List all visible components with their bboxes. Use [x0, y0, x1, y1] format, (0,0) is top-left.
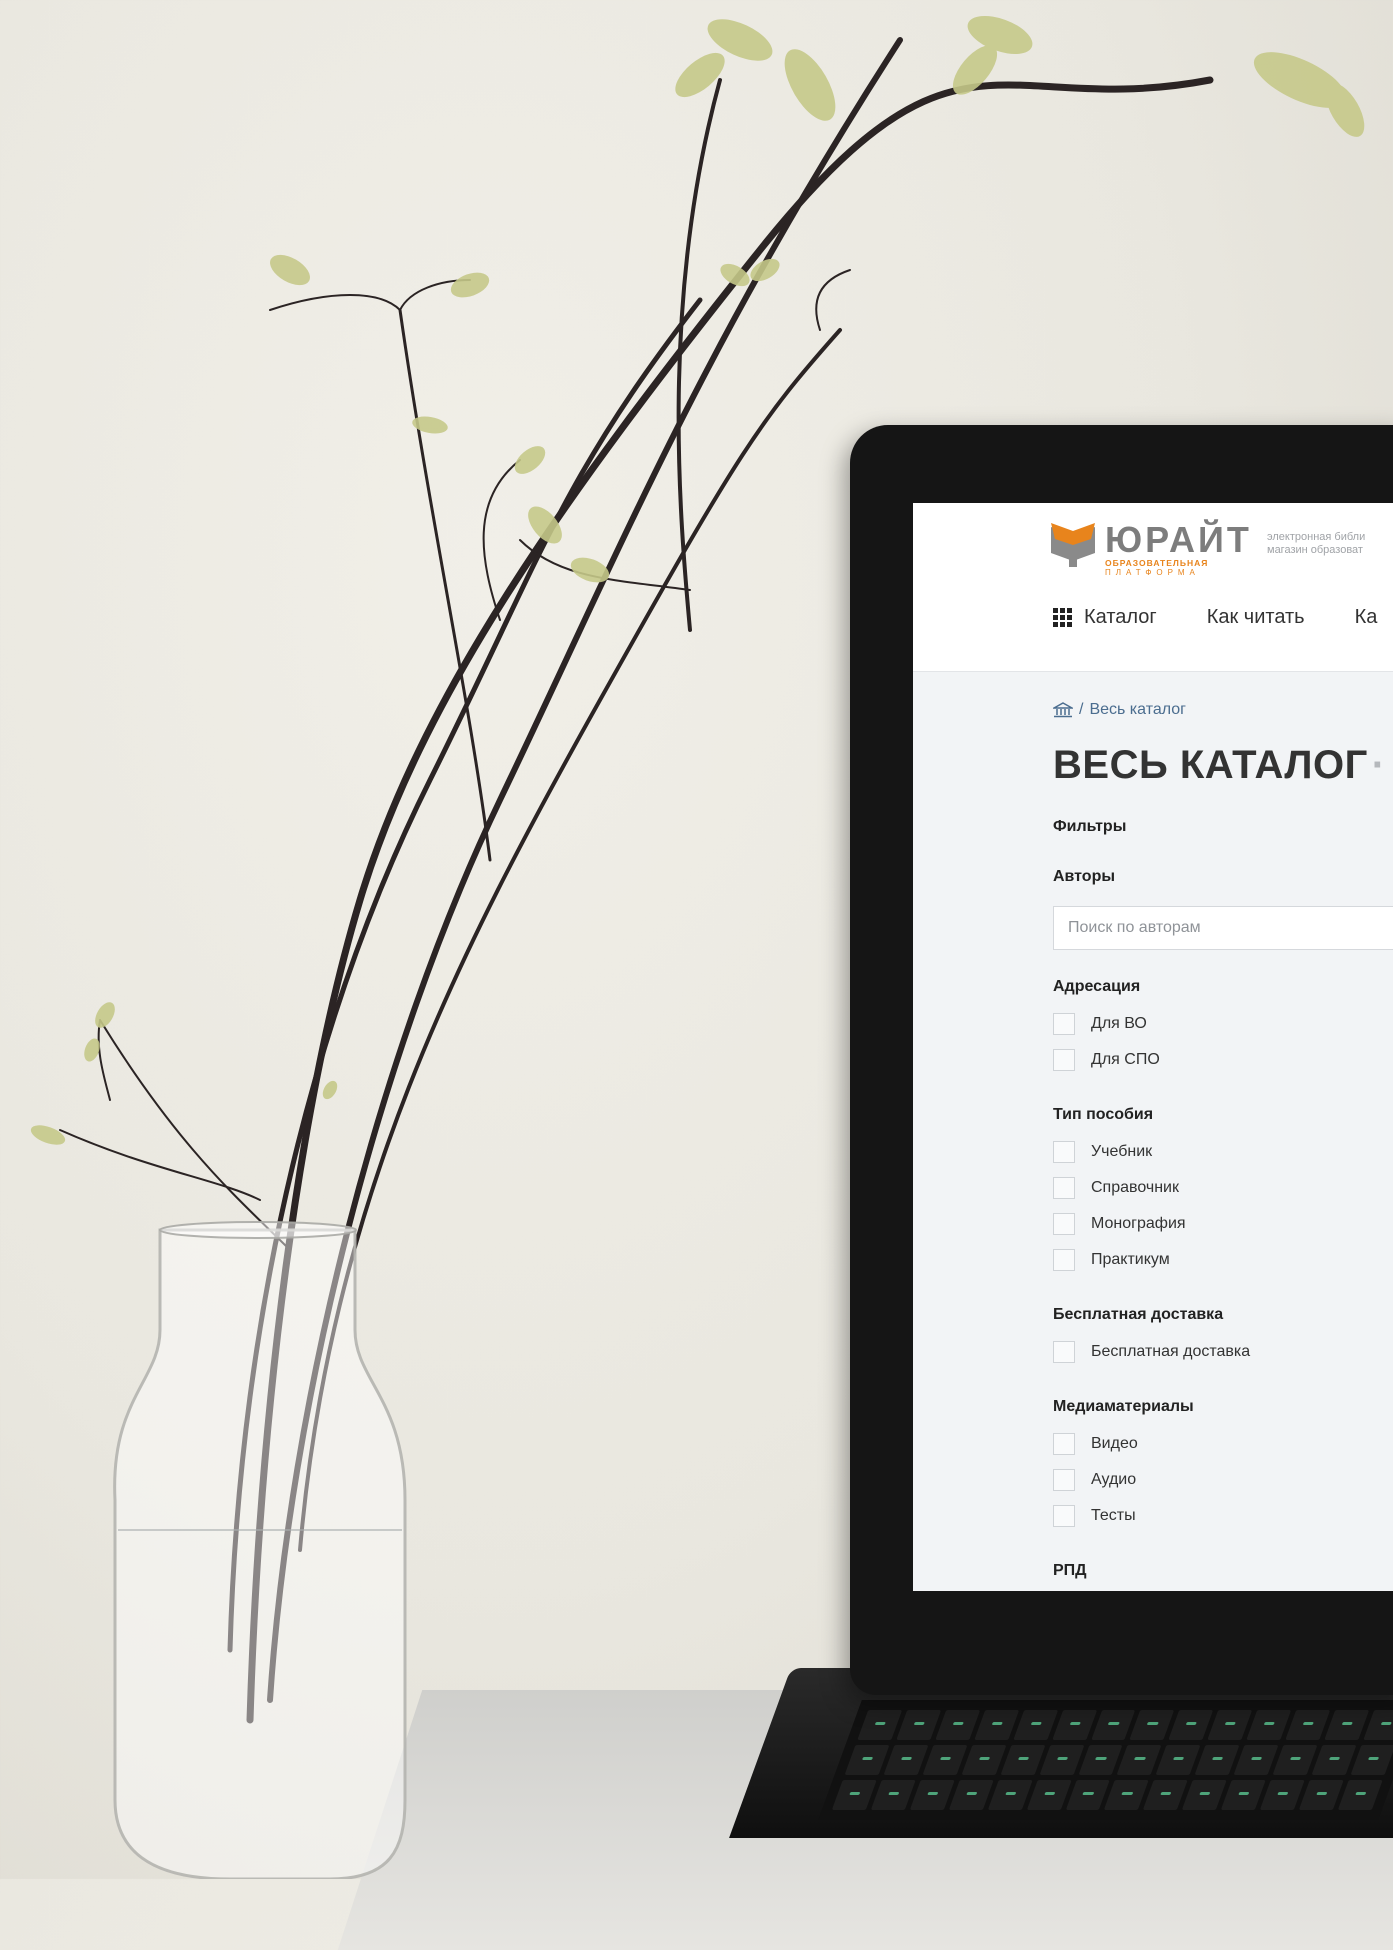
filter-option-label: Видео: [1091, 1435, 1138, 1452]
filter-group-label: Адресация: [1053, 978, 1141, 995]
laptop-keyboard: [818, 1700, 1393, 1820]
filter-checkbox[interactable]: [1053, 1013, 1075, 1035]
filter-group-label: Тип пособия: [1053, 1106, 1154, 1123]
breadcrumb-current[interactable]: Весь каталог: [1089, 701, 1186, 719]
author-search-input[interactable]: [1053, 906, 1393, 950]
filter-checkbox[interactable]: [1053, 1469, 1075, 1491]
authors-heading: Авторы: [1053, 868, 1116, 885]
logo-subtitle-2: ПЛАТФОРМА: [1105, 568, 1200, 577]
filter-option[interactable]: Для СПО: [1053, 1042, 1393, 1078]
filter-checkbox[interactable]: [1053, 1177, 1075, 1199]
filter-option[interactable]: Монография: [1053, 1206, 1393, 1242]
filter-checkbox[interactable]: [1053, 1213, 1075, 1235]
filter-option-label: Тесты: [1091, 1507, 1136, 1524]
grid-menu-icon: [1053, 608, 1072, 627]
home-icon[interactable]: [1053, 702, 1073, 718]
filter-checkbox[interactable]: [1053, 1433, 1075, 1455]
filter-option[interactable]: Справочник: [1053, 1170, 1393, 1206]
filter-group-label: РПД: [1053, 1562, 1087, 1579]
filter-group-label: Медиаматериалы: [1053, 1398, 1194, 1415]
laptop-screen: ЮРАЙТ ОБРАЗОВАТЕЛЬНАЯ ПЛАТФОРМА электрон…: [913, 503, 1393, 1591]
filter-checkbox[interactable]: [1053, 1249, 1075, 1271]
breadcrumb: / Весь каталог: [1053, 701, 1393, 719]
page-title: ВЕСЬ КАТАЛОГ· 8: [1053, 743, 1393, 788]
filter-group-label: Бесплатная доставка: [1053, 1306, 1224, 1323]
filter-option-label: Аудио: [1091, 1471, 1137, 1488]
filter-option[interactable]: Практикум: [1053, 1242, 1393, 1278]
nav-item-truncated[interactable]: Ка: [1355, 606, 1378, 629]
filters-heading: Фильтры: [1053, 818, 1127, 835]
logo-book-icon: [1051, 523, 1095, 567]
site-logo[interactable]: ЮРАЙТ ОБРАЗОВАТЕЛЬНАЯ ПЛАТФОРМА: [1051, 519, 1252, 577]
filter-option[interactable]: Тесты: [1053, 1498, 1393, 1534]
tagline-line-1: электронная библи: [1267, 531, 1366, 543]
filter-checkbox[interactable]: [1053, 1141, 1075, 1163]
nav-item-catalog[interactable]: Каталог: [1053, 606, 1157, 629]
nav-item-label: Каталог: [1084, 606, 1157, 628]
filter-group: Медиаматериалы Видео Аудио Тесты: [1053, 1398, 1393, 1534]
filter-option[interactable]: Для ВО: [1053, 1006, 1393, 1042]
logo-subtitle: ОБРАЗОВАТЕЛЬНАЯ: [1105, 558, 1209, 568]
filter-checkbox[interactable]: [1053, 1505, 1075, 1527]
filter-groups: Адресация Для ВО Для СПО Тип пособия Учебник…: [1053, 978, 1393, 1580]
breadcrumb-separator: /: [1079, 701, 1084, 718]
nav-item-label: Как читать: [1206, 606, 1305, 628]
filter-option-label: Бесплатная доставка: [1091, 1343, 1251, 1360]
page-title-count: · 8: [1371, 743, 1393, 787]
filter-checkbox[interactable]: [1053, 1049, 1075, 1071]
page-title-text: ВЕСЬ КАТАЛОГ: [1053, 743, 1368, 787]
nav-item-label: Ка: [1354, 606, 1378, 628]
filter-option-label: Для СПО: [1091, 1051, 1160, 1068]
filter-option-label: Справочник: [1091, 1179, 1179, 1196]
nav-item-how-to-read[interactable]: Как читать: [1207, 606, 1305, 629]
filter-option-label: Монография: [1091, 1215, 1186, 1232]
filter-group: Адресация Для ВО Для СПО: [1053, 978, 1393, 1078]
filter-option[interactable]: Аудио: [1053, 1462, 1393, 1498]
filter-option-label: Учебник: [1091, 1143, 1153, 1160]
filter-option[interactable]: Видео: [1053, 1426, 1393, 1462]
site-tagline: электронная библи магазин образоват: [1267, 531, 1365, 557]
filter-group: РПД: [1053, 1562, 1393, 1580]
filter-checkbox[interactable]: [1053, 1341, 1075, 1363]
site-header: ЮРАЙТ ОБРАЗОВАТЕЛЬНАЯ ПЛАТФОРМА электрон…: [913, 503, 1393, 672]
catalog-content: / Весь каталог ВЕСЬ КАТАЛОГ· 8 Фильтры А…: [1053, 671, 1393, 1590]
filter-group: Тип пособия Учебник Справочник Монография Пр…: [1053, 1106, 1393, 1278]
main-nav: Каталог Как читать Ка: [1053, 606, 1377, 629]
filter-option[interactable]: Бесплатная доставка: [1053, 1334, 1393, 1370]
filter-option[interactable]: Учебник: [1053, 1134, 1393, 1170]
filter-option-label: Практикум: [1091, 1251, 1170, 1268]
tagline-line-2: магазин образоват: [1267, 544, 1363, 556]
logo-title: ЮРАЙТ: [1105, 519, 1252, 560]
filter-group: Бесплатная доставка Бесплатная доставка: [1053, 1306, 1393, 1370]
filter-option-label: Для ВО: [1091, 1015, 1147, 1032]
